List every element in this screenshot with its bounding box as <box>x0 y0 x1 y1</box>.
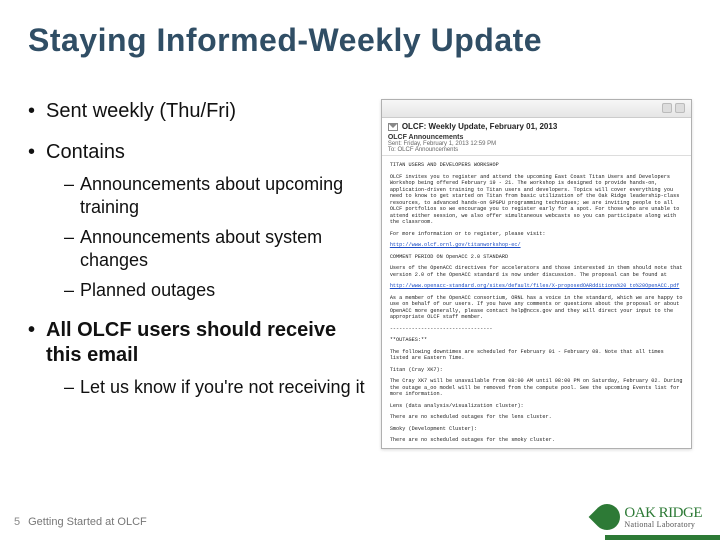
page-number: 5 <box>14 516 20 528</box>
accent-bar <box>605 535 720 540</box>
email-from: OLCF Announcements <box>388 134 685 141</box>
slide: Staying Informed-Weekly Update Sent week… <box>0 0 720 540</box>
email-section-title: TITAN USERS AND DEVELOPERS WORKSHOP <box>390 162 683 169</box>
logo-line1: OAK RIDGE <box>624 506 702 521</box>
email-label: Smoky (Development Cluster): <box>390 426 683 433</box>
sub-item: Planned outages <box>64 279 369 302</box>
bullet-text: Contains <box>46 141 125 163</box>
email-subject-row: OLCF: Weekly Update, February 01, 2013 <box>388 122 685 131</box>
email-header: OLCF: Weekly Update, February 01, 2013 O… <box>382 118 691 156</box>
email-toolbar <box>382 100 691 118</box>
email-to: To: OLCF Announcements <box>388 147 685 153</box>
email-paragraph: There are no scheduled outages for the l… <box>390 414 683 421</box>
email-paragraph: For more information or to register, ple… <box>390 231 683 238</box>
email-paragraph: The Cray XK7 will be unavailable from 08… <box>390 378 683 398</box>
content-row: Sent weekly (Thu/Fri) Contains Announcem… <box>28 99 692 449</box>
envelope-icon <box>388 123 398 131</box>
email-label: Titan (Cray XK7): <box>390 367 683 374</box>
sub-text: Planned outages <box>80 280 215 300</box>
slide-title: Staying Informed-Weekly Update <box>28 22 692 59</box>
bullet-text: Sent weekly (Thu/Fri) <box>46 100 236 122</box>
oak-ridge-logo: OAK RIDGE National Laboratory <box>594 504 702 530</box>
logo-text: OAK RIDGE National Laboratory <box>624 506 702 529</box>
email-paragraph: As a member of the OpenACC consortium, O… <box>390 295 683 321</box>
bullet-item-bold: All OLCF users should receive this email… <box>28 318 369 399</box>
email-paragraph: There are no scheduled outages for the s… <box>390 437 683 444</box>
sub-text: Announcements about upcoming training <box>80 174 343 217</box>
sub-text: Announcements about system changes <box>80 227 322 270</box>
sub-item: Let us know if you're not receiving it <box>64 376 369 399</box>
slide-footer: 5 Getting Started at OLCF <box>14 516 147 528</box>
email-paragraph: OLCF invites you to register and attend … <box>390 174 683 226</box>
sub-list: Announcements about upcoming training An… <box>46 173 369 302</box>
bullet-text: All OLCF users should receive this email <box>46 319 336 366</box>
window-buttons <box>662 103 685 113</box>
email-body: TITAN USERS AND DEVELOPERS WORKSHOP OLCF… <box>382 156 691 449</box>
sub-list: Let us know if you're not receiving it <box>46 376 369 399</box>
email-section-title: COMMENT PERIOD ON OpenACC 2.0 STANDARD <box>390 254 683 261</box>
email-paragraph: Users of the OpenACC directives for acce… <box>390 265 683 278</box>
leaf-icon <box>589 499 626 536</box>
email-link: http://www.openacc-standard.org/sites/de… <box>390 283 680 289</box>
sub-item: Announcements about system changes <box>64 226 369 271</box>
email-link: http://www.olcf.ornl.gov/titanworkshop-e… <box>390 242 521 248</box>
footer-text: Getting Started at OLCF <box>28 516 147 528</box>
sub-item: Announcements about upcoming training <box>64 173 369 218</box>
email-separator: --------------------------------- <box>390 326 683 333</box>
bullet-item: Sent weekly (Thu/Fri) <box>28 99 369 124</box>
email-label: Lens (data analysis/visualization cluste… <box>390 403 683 410</box>
email-subject: OLCF: Weekly Update, February 01, 2013 <box>402 122 557 131</box>
email-screenshot: OLCF: Weekly Update, February 01, 2013 O… <box>381 99 692 449</box>
email-section-title: **OUTAGES:** <box>390 337 683 344</box>
email-paragraph: The following downtimes are scheduled fo… <box>390 349 683 362</box>
bullet-list: Sent weekly (Thu/Fri) Contains Announcem… <box>28 99 369 398</box>
sub-text: Let us know if you're not receiving it <box>80 377 365 397</box>
text-column: Sent weekly (Thu/Fri) Contains Announcem… <box>28 99 369 449</box>
logo-line2: National Laboratory <box>624 521 702 529</box>
bullet-item: Contains Announcements about upcoming tr… <box>28 140 369 302</box>
